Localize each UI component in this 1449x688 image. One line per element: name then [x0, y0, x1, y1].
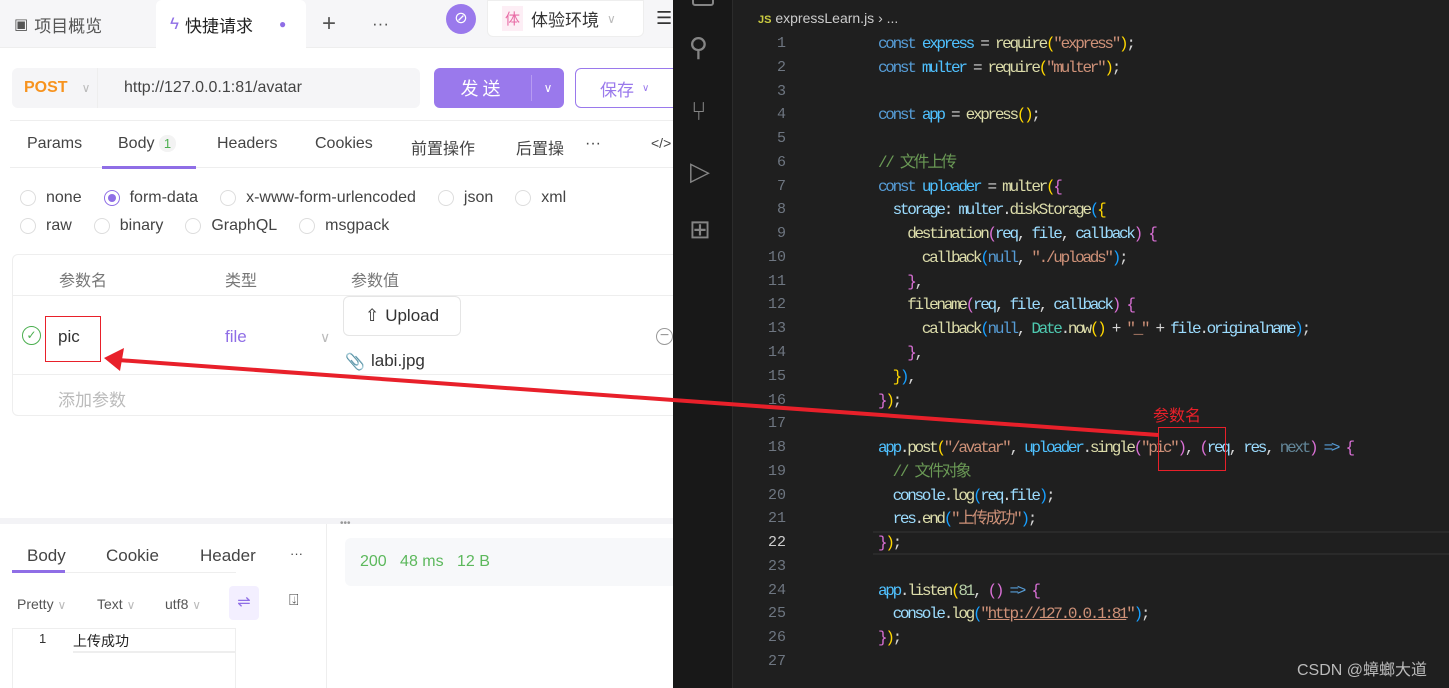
annotation-arrow	[104, 348, 1159, 437]
